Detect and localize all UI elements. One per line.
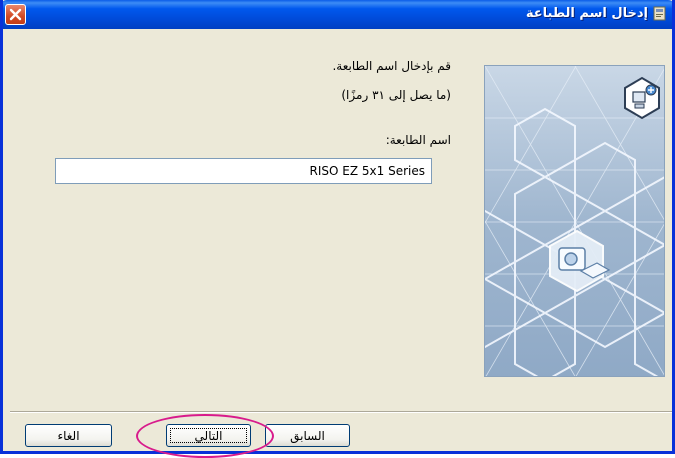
cancel-button[interactable]: الغاء (25, 424, 112, 447)
character-limit-text: (ما يصل إلى ٣١ رمزًا) (341, 88, 451, 102)
next-button[interactable]: التالي (166, 424, 251, 447)
title-bar[interactable]: إدخال اسم الطباعة (3, 0, 672, 29)
hexagon-pattern (485, 66, 664, 376)
printer-name-label: اسم الطابعة: (385, 133, 451, 147)
wizard-side-image (484, 65, 665, 377)
dialog-body: قم بإدخال اسم الطابعة. (ما يصل إلى ٣١ رم… (3, 29, 672, 451)
close-button[interactable] (5, 4, 26, 25)
window-title: إدخال اسم الطباعة (525, 6, 648, 21)
back-button[interactable]: السابق (265, 424, 350, 447)
computer-add-icon (624, 76, 660, 120)
installer-icon (653, 6, 666, 21)
close-icon (9, 8, 22, 21)
instruction-text: قم بإدخال اسم الطابعة. (332, 59, 451, 73)
printer-name-input[interactable] (55, 158, 432, 184)
installer-dialog: إدخال اسم الطباعة قم بإدخال اسم الطابعة.… (0, 0, 675, 454)
button-separator (10, 411, 672, 413)
next-button-label: التالي (194, 428, 223, 443)
